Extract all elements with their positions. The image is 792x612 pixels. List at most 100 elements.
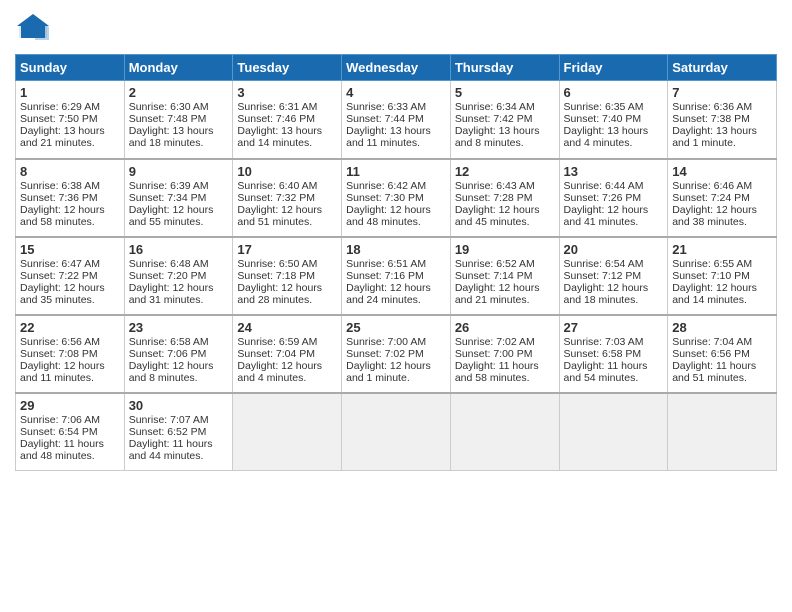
sunset-time: Sunset: 7:10 PM xyxy=(672,270,750,282)
sunset-time: Sunset: 7:38 PM xyxy=(672,113,750,125)
day-number: 17 xyxy=(237,242,337,257)
day-number: 23 xyxy=(129,320,229,335)
sunset-time: Sunset: 7:20 PM xyxy=(129,270,207,282)
day-number: 1 xyxy=(20,85,120,100)
sunrise-time: Sunrise: 6:59 AM xyxy=(237,336,317,348)
calendar-table: SundayMondayTuesdayWednesdayThursdayFrid… xyxy=(15,54,777,471)
calendar-cell: 27Sunrise: 7:03 AMSunset: 6:58 PMDayligh… xyxy=(559,315,668,393)
sunrise-time: Sunrise: 6:52 AM xyxy=(455,258,535,270)
sunrise-time: Sunrise: 6:42 AM xyxy=(346,180,426,192)
calendar-cell: 12Sunrise: 6:43 AMSunset: 7:28 PMDayligh… xyxy=(450,159,559,237)
sunset-time: Sunset: 7:28 PM xyxy=(455,192,533,204)
sunrise-time: Sunrise: 7:00 AM xyxy=(346,336,426,348)
day-number: 24 xyxy=(237,320,337,335)
daylight-hours: Daylight: 11 hours and 44 minutes. xyxy=(129,438,213,462)
sunset-time: Sunset: 7:12 PM xyxy=(564,270,642,282)
day-number: 12 xyxy=(455,164,555,179)
daylight-hours: Daylight: 12 hours and 28 minutes. xyxy=(237,282,322,306)
sunrise-time: Sunrise: 6:55 AM xyxy=(672,258,752,270)
calendar-cell: 2Sunrise: 6:30 AMSunset: 7:48 PMDaylight… xyxy=(124,81,233,159)
day-number: 7 xyxy=(672,85,772,100)
daylight-hours: Daylight: 12 hours and 14 minutes. xyxy=(672,282,757,306)
day-header-tuesday: Tuesday xyxy=(233,55,342,81)
sunset-time: Sunset: 7:42 PM xyxy=(455,113,533,125)
day-header-thursday: Thursday xyxy=(450,55,559,81)
sunset-time: Sunset: 7:14 PM xyxy=(455,270,533,282)
calendar-cell: 24Sunrise: 6:59 AMSunset: 7:04 PMDayligh… xyxy=(233,315,342,393)
calendar-cell: 16Sunrise: 6:48 AMSunset: 7:20 PMDayligh… xyxy=(124,237,233,315)
day-number: 13 xyxy=(564,164,664,179)
sunrise-time: Sunrise: 6:36 AM xyxy=(672,101,752,113)
calendar-cell: 25Sunrise: 7:00 AMSunset: 7:02 PMDayligh… xyxy=(342,315,451,393)
daylight-hours: Daylight: 11 hours and 51 minutes. xyxy=(672,360,756,384)
sunset-time: Sunset: 7:24 PM xyxy=(672,192,750,204)
sunrise-time: Sunrise: 7:02 AM xyxy=(455,336,535,348)
calendar-cell xyxy=(342,393,451,471)
daylight-hours: Daylight: 12 hours and 18 minutes. xyxy=(564,282,649,306)
sunset-time: Sunset: 7:30 PM xyxy=(346,192,424,204)
sunset-time: Sunset: 7:32 PM xyxy=(237,192,315,204)
daylight-hours: Daylight: 13 hours and 14 minutes. xyxy=(237,125,322,149)
sunset-time: Sunset: 7:06 PM xyxy=(129,348,207,360)
calendar-cell xyxy=(668,393,777,471)
header xyxy=(15,10,777,46)
sunrise-time: Sunrise: 6:47 AM xyxy=(20,258,100,270)
sunset-time: Sunset: 7:34 PM xyxy=(129,192,207,204)
calendar-cell xyxy=(233,393,342,471)
calendar-cell: 10Sunrise: 6:40 AMSunset: 7:32 PMDayligh… xyxy=(233,159,342,237)
sunset-time: Sunset: 7:00 PM xyxy=(455,348,533,360)
day-number: 9 xyxy=(129,164,229,179)
daylight-hours: Daylight: 12 hours and 11 minutes. xyxy=(20,360,105,384)
day-number: 25 xyxy=(346,320,446,335)
day-number: 16 xyxy=(129,242,229,257)
daylight-hours: Daylight: 12 hours and 35 minutes. xyxy=(20,282,105,306)
calendar-cell: 18Sunrise: 6:51 AMSunset: 7:16 PMDayligh… xyxy=(342,237,451,315)
sunset-time: Sunset: 6:54 PM xyxy=(20,426,98,438)
daylight-hours: Daylight: 13 hours and 4 minutes. xyxy=(564,125,649,149)
sunrise-time: Sunrise: 6:50 AM xyxy=(237,258,317,270)
sunrise-time: Sunrise: 6:58 AM xyxy=(129,336,209,348)
calendar-cell: 4Sunrise: 6:33 AMSunset: 7:44 PMDaylight… xyxy=(342,81,451,159)
sunrise-time: Sunrise: 6:54 AM xyxy=(564,258,644,270)
day-number: 8 xyxy=(20,164,120,179)
daylight-hours: Daylight: 12 hours and 58 minutes. xyxy=(20,204,105,228)
calendar-cell xyxy=(559,393,668,471)
calendar-cell: 1Sunrise: 6:29 AMSunset: 7:50 PMDaylight… xyxy=(16,81,125,159)
calendar-cell: 14Sunrise: 6:46 AMSunset: 7:24 PMDayligh… xyxy=(668,159,777,237)
day-number: 2 xyxy=(129,85,229,100)
sunset-time: Sunset: 7:48 PM xyxy=(129,113,207,125)
sunset-time: Sunset: 7:44 PM xyxy=(346,113,424,125)
calendar-cell: 21Sunrise: 6:55 AMSunset: 7:10 PMDayligh… xyxy=(668,237,777,315)
daylight-hours: Daylight: 12 hours and 41 minutes. xyxy=(564,204,649,228)
day-number: 14 xyxy=(672,164,772,179)
sunset-time: Sunset: 7:50 PM xyxy=(20,113,98,125)
daylight-hours: Daylight: 12 hours and 21 minutes. xyxy=(455,282,540,306)
sunset-time: Sunset: 7:16 PM xyxy=(346,270,424,282)
sunset-time: Sunset: 6:52 PM xyxy=(129,426,207,438)
day-header-saturday: Saturday xyxy=(668,55,777,81)
day-number: 19 xyxy=(455,242,555,257)
day-header-friday: Friday xyxy=(559,55,668,81)
sunset-time: Sunset: 7:02 PM xyxy=(346,348,424,360)
calendar-cell: 5Sunrise: 6:34 AMSunset: 7:42 PMDaylight… xyxy=(450,81,559,159)
daylight-hours: Daylight: 12 hours and 45 minutes. xyxy=(455,204,540,228)
day-number: 21 xyxy=(672,242,772,257)
sunset-time: Sunset: 7:08 PM xyxy=(20,348,98,360)
sunrise-time: Sunrise: 7:04 AM xyxy=(672,336,752,348)
daylight-hours: Daylight: 12 hours and 24 minutes. xyxy=(346,282,431,306)
sunrise-time: Sunrise: 6:46 AM xyxy=(672,180,752,192)
day-number: 26 xyxy=(455,320,555,335)
day-header-monday: Monday xyxy=(124,55,233,81)
calendar-cell: 13Sunrise: 6:44 AMSunset: 7:26 PMDayligh… xyxy=(559,159,668,237)
sunrise-time: Sunrise: 7:03 AM xyxy=(564,336,644,348)
sunrise-time: Sunrise: 6:38 AM xyxy=(20,180,100,192)
daylight-hours: Daylight: 12 hours and 4 minutes. xyxy=(237,360,322,384)
sunset-time: Sunset: 7:22 PM xyxy=(20,270,98,282)
calendar-cell: 11Sunrise: 6:42 AMSunset: 7:30 PMDayligh… xyxy=(342,159,451,237)
sunset-time: Sunset: 7:04 PM xyxy=(237,348,315,360)
sunrise-time: Sunrise: 6:56 AM xyxy=(20,336,100,348)
daylight-hours: Daylight: 12 hours and 8 minutes. xyxy=(129,360,214,384)
sunrise-time: Sunrise: 7:06 AM xyxy=(20,414,100,426)
daylight-hours: Daylight: 11 hours and 54 minutes. xyxy=(564,360,648,384)
day-number: 6 xyxy=(564,85,664,100)
